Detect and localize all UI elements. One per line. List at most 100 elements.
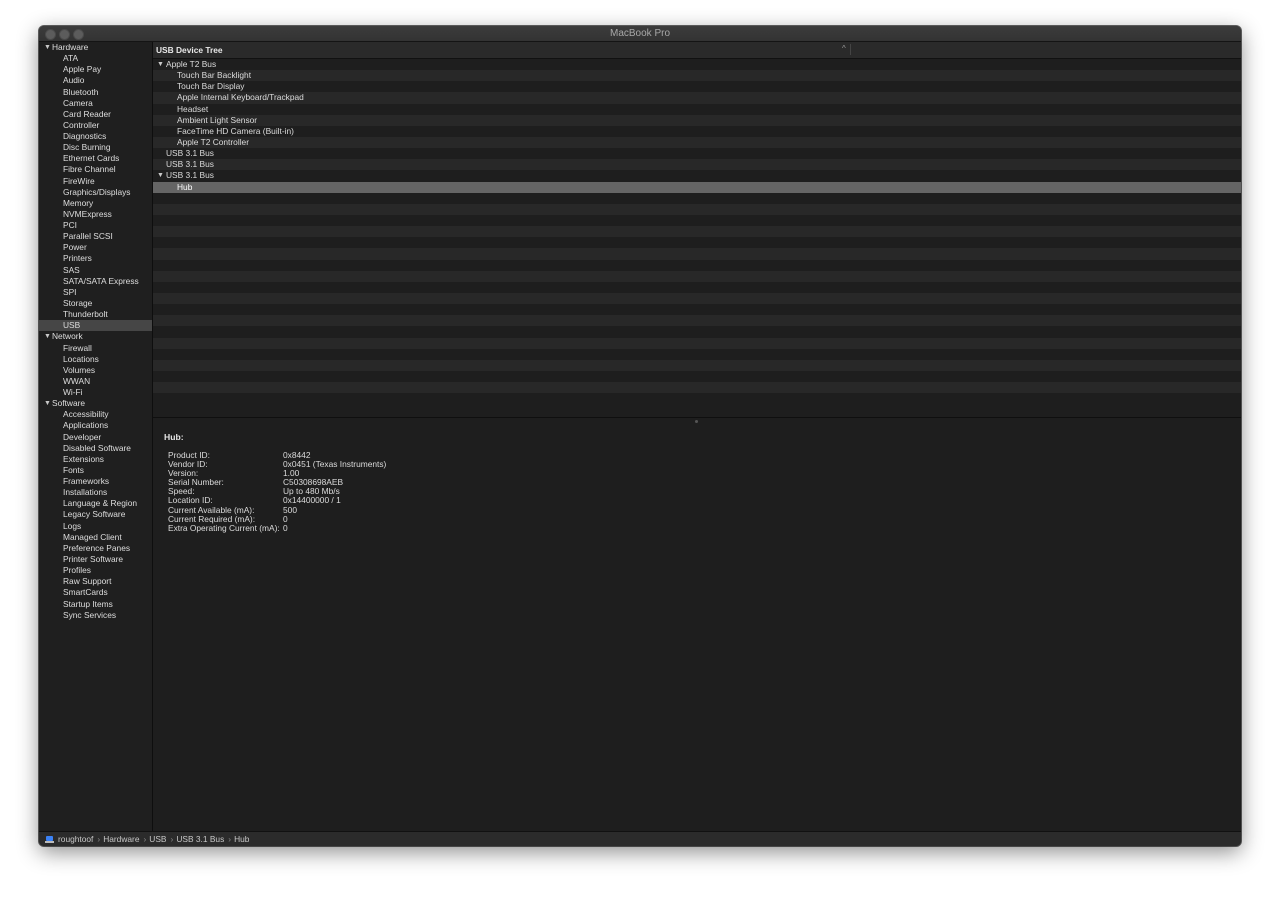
sidebar-item-label: Developer [63,431,102,442]
breadcrumb-item-hub[interactable]: Hub [234,834,249,844]
sidebar-item-disabled-software[interactable]: Disabled Software [39,443,152,454]
chevron-right-icon: › [97,834,101,844]
sidebar-item-extensions[interactable]: Extensions [39,454,152,465]
sidebar-item-bluetooth[interactable]: Bluetooth [39,87,152,98]
tree-row[interactable]: ▼ USB 3.1 Bus [153,170,1241,181]
disclosure-triangle-icon[interactable]: ▼ [157,59,164,70]
sort-ascending-icon[interactable]: ^ [842,44,846,53]
sidebar-item-raw-support[interactable]: Raw Support [39,576,152,587]
sidebar-item-printer-software[interactable]: Printer Software [39,554,152,565]
tree-empty-row [153,248,1241,260]
sidebar-group-software[interactable]: ▼ Software [39,398,152,409]
sidebar-item-wi-fi[interactable]: Wi-Fi [39,387,152,398]
sidebar-item-startup-items[interactable]: Startup Items [39,599,152,610]
tree-row[interactable]: Touch Bar Display [153,81,1241,92]
tree-empty-row [153,226,1241,238]
sidebar-item-applications[interactable]: Applications [39,420,152,431]
sidebar-item-thunderbolt[interactable]: Thunderbolt [39,309,152,320]
disclosure-triangle-icon[interactable]: ▼ [44,398,51,409]
sidebar-item-frameworks[interactable]: Frameworks [39,476,152,487]
sidebar-item-power[interactable]: Power [39,242,152,253]
sidebar-item-card-reader[interactable]: Card Reader [39,109,152,120]
sidebar-group-hardware[interactable]: ▼ Hardware [39,42,152,53]
sidebar-item-spi[interactable]: SPI [39,287,152,298]
disclosure-triangle-icon[interactable]: ▼ [157,170,164,181]
sidebar-item-nvmexpress[interactable]: NVMExpress [39,209,152,220]
tree-row-label: USB 3.1 Bus [166,159,214,170]
sidebar-item-graphics-displays[interactable]: Graphics/Displays [39,187,152,198]
tree-row-label: Headset [177,103,209,114]
sidebar-group-label: Network [52,331,83,342]
sidebar-item-legacy-software[interactable]: Legacy Software [39,509,152,520]
sidebar-item-preference-panes[interactable]: Preference Panes [39,543,152,554]
sidebar-item-installations[interactable]: Installations [39,487,152,498]
sidebar-item-managed-client[interactable]: Managed Client [39,532,152,543]
sidebar-item-label: Wi-Fi [63,387,83,398]
sidebar-item-sas[interactable]: SAS [39,265,152,276]
sidebar-item-apple-pay[interactable]: Apple Pay [39,64,152,75]
sidebar-item-ethernet-cards[interactable]: Ethernet Cards [39,153,152,164]
tree-row[interactable]: USB 3.1 Bus [153,148,1241,159]
tree-row-label: Apple T2 Bus [166,59,217,69]
sidebar-item-disc-burning[interactable]: Disc Burning [39,142,152,153]
sidebar-item-ata[interactable]: ATA [39,53,152,64]
tree-column-header[interactable]: USB Device Tree ^ [153,42,1241,59]
column-divider[interactable] [850,44,851,55]
tree-row[interactable]: Headset [153,104,1241,115]
sidebar-item-accessibility[interactable]: Accessibility [39,409,152,420]
breadcrumb-item-hardware[interactable]: Hardware [103,834,139,844]
sidebar-item-sync-services[interactable]: Sync Services [39,610,152,621]
sidebar-item-label: Power [63,242,87,253]
sidebar-item-volumes[interactable]: Volumes [39,365,152,376]
breadcrumb-item-usb[interactable]: USB [149,834,166,844]
sidebar-item-memory[interactable]: Memory [39,198,152,209]
sidebar-item-fibre-channel[interactable]: Fibre Channel [39,164,152,175]
sidebar-item-sata-sata-express[interactable]: SATA/SATA Express [39,276,152,287]
tree-empty-row [153,282,1241,293]
sidebar-group-network[interactable]: ▼ Network [39,331,152,342]
sidebar-item-audio[interactable]: Audio [39,75,152,86]
sidebar-item-language-region[interactable]: Language & Region [39,498,152,509]
sidebar-item-firewall[interactable]: Firewall [39,343,152,354]
sidebar-item-fonts[interactable]: Fonts [39,465,152,476]
tree-row[interactable]: Apple Internal Keyboard/Trackpad [153,92,1241,104]
tree-row-label: Ambient Light Sensor [177,114,258,125]
sidebar-item-label: NVMExpress [63,208,112,219]
sidebar-item-logs[interactable]: Logs [39,521,152,532]
sidebar-item-smartcards[interactable]: SmartCards [39,587,152,598]
breadcrumb-item-roughtoof[interactable]: roughtoof [58,834,93,844]
sidebar-item-profiles[interactable]: Profiles [39,565,152,576]
tree-row[interactable]: Hub [153,181,1241,193]
sidebar-item-label: Applications [63,420,109,431]
sidebar-item-pci[interactable]: PCI [39,220,152,231]
tree-row[interactable]: USB 3.1 Bus [153,159,1241,171]
sidebar-item-diagnostics[interactable]: Diagnostics [39,131,152,142]
sidebar-item-locations[interactable]: Locations [39,354,152,365]
window-title: MacBook Pro [609,28,671,39]
sidebar-item-developer[interactable]: Developer [39,432,152,443]
disclosure-triangle-icon[interactable]: ▼ [44,331,51,342]
sidebar-item-firewire[interactable]: FireWire [39,176,152,187]
sidebar-item-printers[interactable]: Printers [39,253,152,264]
sidebar-item-usb[interactable]: USB [39,320,152,332]
sidebar-group-label: Software [52,398,86,409]
sidebar-item-label: Bluetooth [63,86,99,97]
sidebar-item-label: Camera [63,97,93,108]
tree-row[interactable]: ▼ Apple T2 Bus [153,59,1241,70]
sidebar-item-label: Accessibility [63,409,109,420]
tree-row[interactable]: FaceTime HD Camera (Built-in) [153,126,1241,137]
sidebar-item-camera[interactable]: Camera [39,98,152,109]
sidebar-item-wwan[interactable]: WWAN [39,376,152,387]
divider-handle-icon[interactable] [695,420,698,423]
tree-row[interactable]: Touch Bar Backlight [153,70,1241,82]
tree-row[interactable]: Ambient Light Sensor [153,114,1241,126]
laptop-base [45,841,54,843]
sidebar-item-controller[interactable]: Controller [39,120,152,131]
breadcrumb-item-usb-3-1-bus[interactable]: USB 3.1 Bus [176,834,224,844]
sidebar-item-label: SATA/SATA Express [63,275,139,286]
sidebar-group-label: Hardware [52,42,89,52]
disclosure-triangle-icon[interactable]: ▼ [44,42,51,53]
sidebar-item-storage[interactable]: Storage [39,298,152,309]
sidebar-item-parallel-scsi[interactable]: Parallel SCSI [39,231,152,242]
tree-row[interactable]: Apple T2 Controller [153,136,1241,149]
